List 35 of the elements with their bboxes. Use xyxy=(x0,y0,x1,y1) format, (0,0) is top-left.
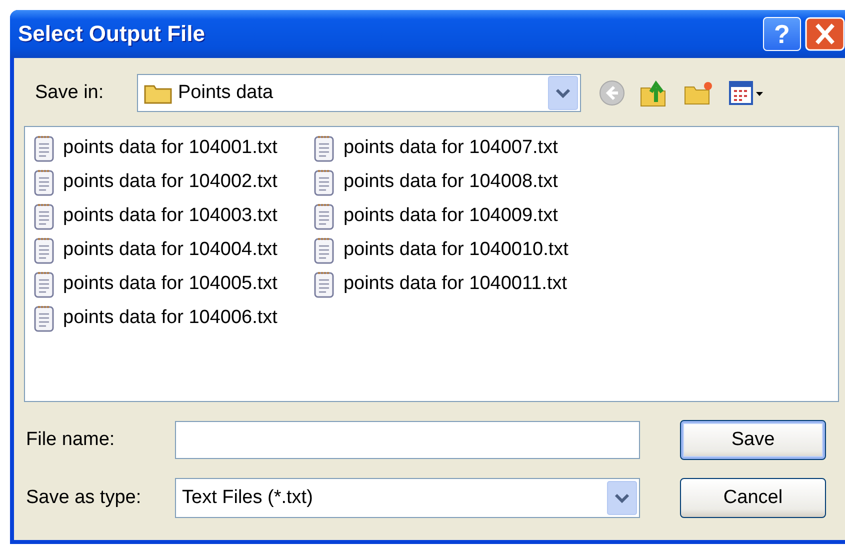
file-name[interactable]: points data for 104004.txt xyxy=(63,239,278,261)
save-as-type-label: Save as type: xyxy=(25,487,142,509)
save-in-label: Save in: xyxy=(34,82,105,104)
file-name[interactable]: points data for 104009.txt xyxy=(343,205,558,227)
views-menu-icon[interactable] xyxy=(729,80,765,106)
text-file-icon xyxy=(313,134,336,162)
file-name[interactable]: points data for 104007.txt xyxy=(343,137,558,159)
text-file-icon xyxy=(313,202,336,230)
file-name-label: File name: xyxy=(25,429,116,451)
file-name[interactable]: points data for 104001.txt xyxy=(63,137,278,159)
file-name[interactable]: points data for 104002.txt xyxy=(63,171,278,193)
text-file-icon xyxy=(33,202,55,230)
file-name[interactable]: points data for 104006.txt xyxy=(63,307,278,329)
file-name-field[interactable] xyxy=(175,421,640,459)
file-type-value: Text Files (*.txt) xyxy=(182,487,314,509)
text-file-icon xyxy=(33,134,55,162)
file-name[interactable]: points data for 104008.txt xyxy=(343,171,558,193)
text-file-icon xyxy=(313,168,336,196)
back-icon[interactable] xyxy=(599,80,625,106)
cancel-button[interactable]: Cancel xyxy=(680,478,826,518)
text-file-icon xyxy=(313,236,336,264)
text-file-icon xyxy=(33,270,55,298)
file-name[interactable]: points data for 1040011.txt xyxy=(343,273,568,295)
text-file-icon xyxy=(33,304,55,332)
close-button[interactable] xyxy=(805,17,845,51)
folder-name: Points data xyxy=(178,82,274,104)
text-file-icon xyxy=(33,236,55,264)
new-folder-icon[interactable] xyxy=(683,79,715,107)
window-title: Select Output File xyxy=(18,21,206,47)
text-file-icon xyxy=(313,270,336,298)
save-button[interactable]: Save xyxy=(680,420,826,460)
text-file-icon xyxy=(33,168,55,196)
file-name[interactable]: points data for 104005.txt xyxy=(63,273,278,295)
file-name[interactable]: points data for 104003.txt xyxy=(63,205,278,227)
file-name[interactable]: points data for 1040010.txt xyxy=(343,239,568,261)
